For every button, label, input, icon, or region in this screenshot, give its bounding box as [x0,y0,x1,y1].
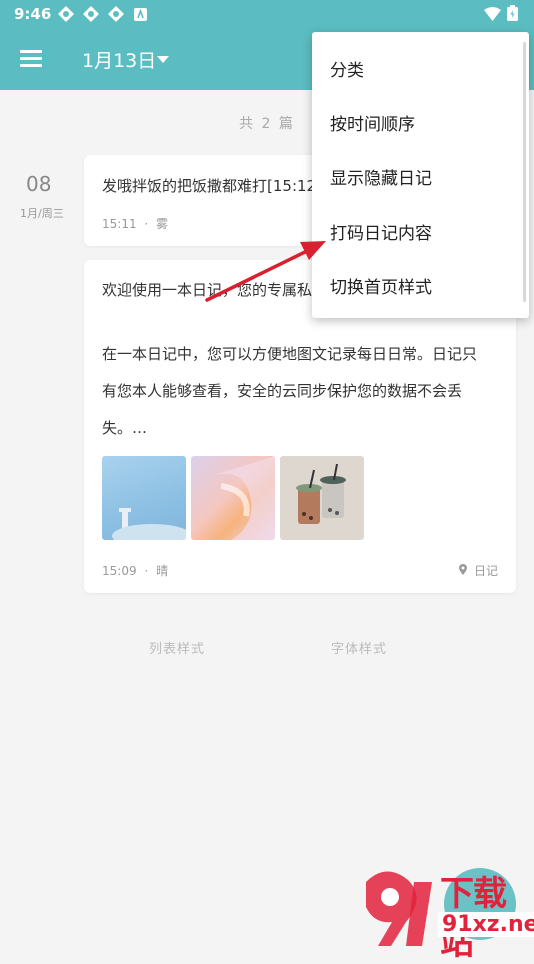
annotation-arrow-icon [205,241,326,302]
watermark-url: 91xz.net [438,912,534,937]
